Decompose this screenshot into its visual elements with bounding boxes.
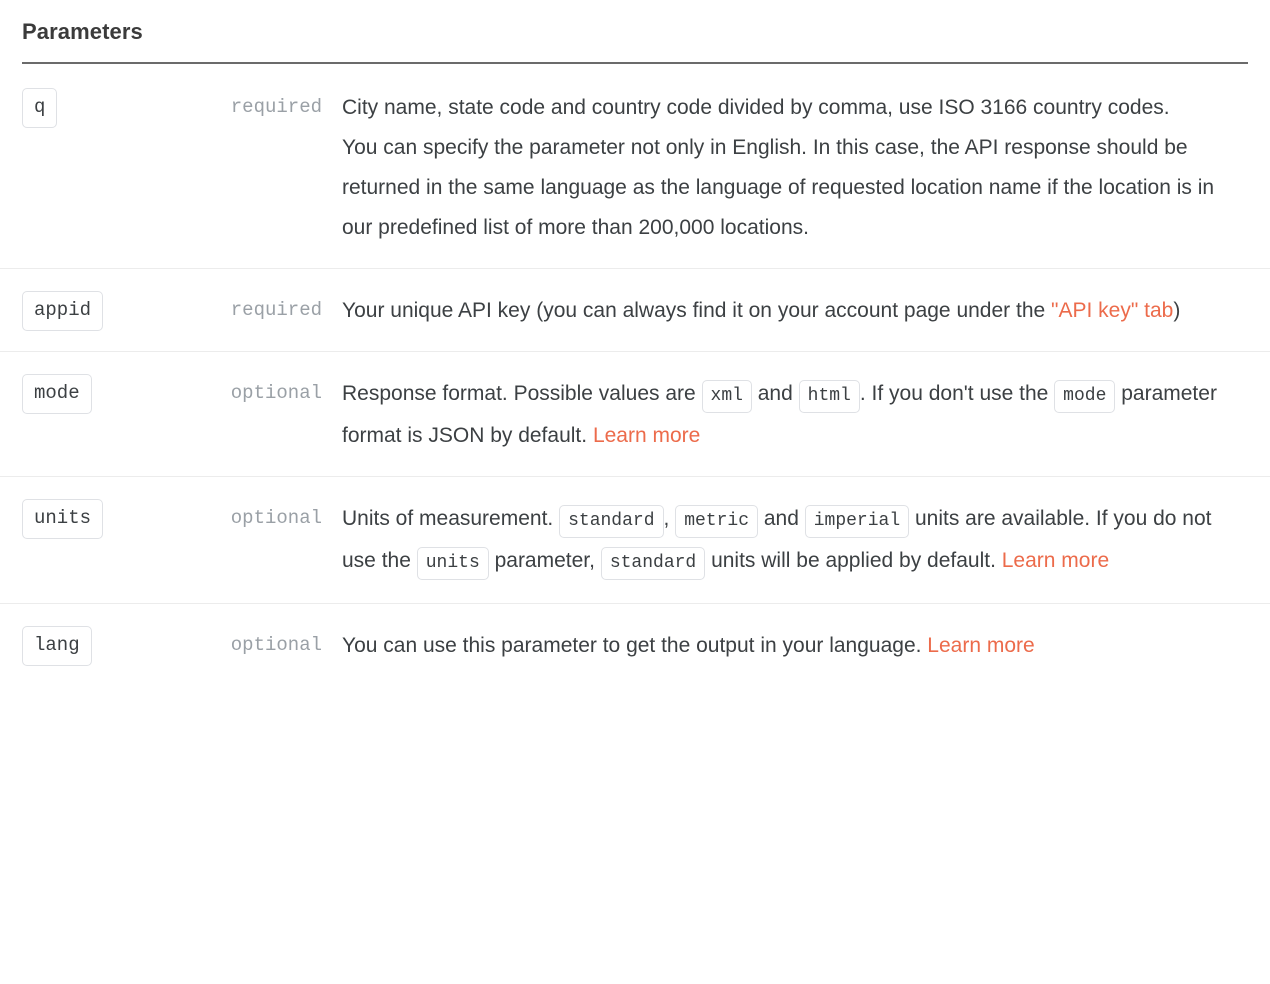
parameter-description-cell: You can use this parameter to get the ou…: [342, 603, 1270, 686]
requirement-label: required: [230, 96, 322, 118]
inline-code-chip: units: [416, 547, 489, 580]
description-text: units will be applied by default.: [705, 549, 1002, 572]
parameters-section: Parameters q required City name, state cod…: [0, 0, 1270, 686]
inline-code-chip: metric: [675, 505, 758, 538]
inline-code-chip: xml: [701, 380, 752, 413]
parameter-description: City name, state code and country code d…: [342, 88, 1248, 248]
parameter-name-cell: mode: [0, 351, 190, 477]
inline-code-chip: imperial: [804, 505, 910, 538]
description-text: You can use this parameter to get the ou…: [342, 634, 928, 657]
parameters-table: q required City name, state code and count…: [0, 64, 1270, 686]
description-text: You can specify the parameter not only i…: [342, 136, 1215, 239]
parameter-name-chip: lang: [22, 626, 92, 666]
parameter-name-cell: lang: [0, 603, 190, 686]
parameter-name-chip: mode: [22, 374, 92, 414]
parameter-name-cell: q: [0, 64, 190, 269]
parameter-name-chip: appid: [22, 291, 104, 331]
learn-more-link[interactable]: "API key" tab: [1051, 299, 1173, 322]
parameters-table-body: q required City name, state code and count…: [0, 64, 1270, 686]
parameter-description-cell: Your unique API key (you can always find…: [342, 268, 1270, 352]
requirement-label: optional: [230, 382, 322, 404]
inline-code-chip: html: [798, 380, 860, 413]
table-row: appid required Your unique API key (you ca…: [0, 268, 1270, 352]
table-row: q required City name, state code and count…: [0, 64, 1270, 269]
parameter-requirement-cell: required: [190, 64, 342, 269]
table-row: units optional Units of measurement. stand…: [0, 476, 1270, 604]
description-text: Your unique API key (you can always find…: [342, 299, 1052, 322]
learn-more-link[interactable]: Learn more: [593, 424, 700, 447]
description-text: and: [751, 382, 799, 405]
description-text: . If you don't use the: [859, 382, 1055, 405]
page-title: Parameters: [22, 19, 143, 44]
description-text: and: [758, 507, 805, 530]
description-text: ,: [663, 507, 676, 530]
parameter-description: Units of measurement. standard, metric a…: [342, 499, 1248, 583]
parameter-name-chip: units: [22, 499, 104, 539]
inline-code-chip: standard: [600, 547, 706, 580]
inline-code-chip: standard: [559, 505, 664, 538]
parameter-name-chip: q: [22, 88, 58, 128]
parameter-requirement-cell: optional: [190, 603, 342, 686]
parameter-requirement-cell: optional: [190, 351, 342, 477]
inline-code-chip: mode: [1054, 380, 1116, 413]
parameter-description-cell: Response format. Possible values are xml…: [342, 351, 1270, 477]
parameter-description-cell: City name, state code and country code d…: [342, 64, 1270, 269]
parameter-description: Response format. Possible values are xml…: [342, 374, 1248, 456]
table-row: lang optional You can use this parameter t…: [0, 603, 1270, 686]
parameter-description: Your unique API key (you can always find…: [342, 291, 1248, 331]
requirement-label: optional: [230, 507, 322, 529]
parameter-name-cell: appid: [0, 268, 190, 352]
parameter-name-cell: units: [0, 476, 190, 604]
requirement-label: optional: [230, 634, 322, 656]
parameter-description: You can use this parameter to get the ou…: [342, 626, 1248, 666]
parameter-requirement-cell: optional: [190, 476, 342, 604]
description-text: parameter,: [488, 549, 601, 572]
learn-more-link[interactable]: Learn more: [927, 634, 1034, 657]
description-text: ): [1173, 299, 1181, 322]
requirement-label: required: [230, 299, 322, 321]
learn-more-link[interactable]: Learn more: [1002, 549, 1109, 572]
description-text: Units of measurement.: [342, 507, 560, 530]
parameter-description-cell: Units of measurement. standard, metric a…: [342, 476, 1270, 604]
parameter-requirement-cell: required: [190, 268, 342, 352]
table-row: mode optional Response format. Possible va…: [0, 351, 1270, 477]
description-text: Response format. Possible values are: [342, 382, 702, 405]
description-text: City name, state code and country code d…: [342, 96, 1170, 119]
